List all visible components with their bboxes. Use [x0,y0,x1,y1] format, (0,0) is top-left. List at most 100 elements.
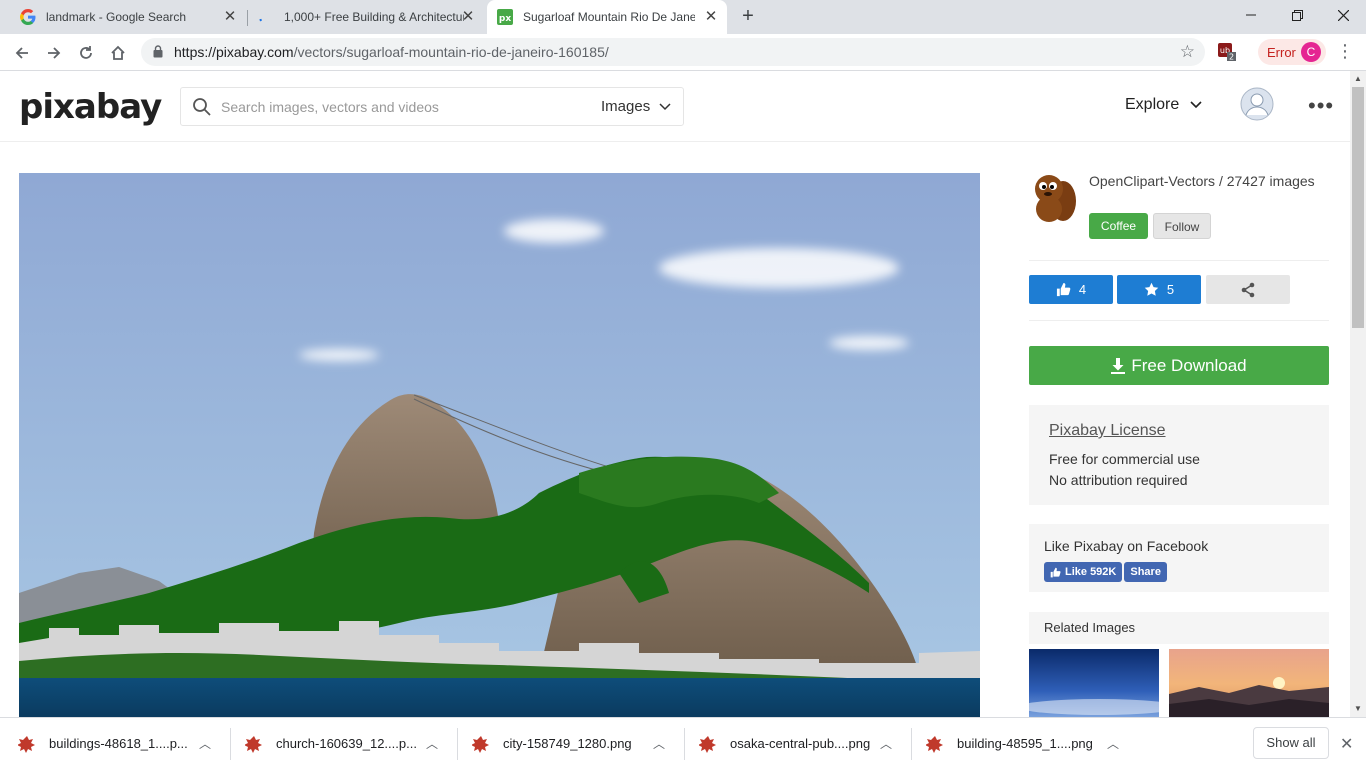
new-tab-button[interactable]: + [738,6,758,27]
facebook-box: Like Pixabay on Facebook Like 592K Share [1029,524,1329,592]
site-header: pixabay Images Explore ••• [0,71,1350,142]
tab-sugarloaf-active[interactable]: px Sugarloaf Mountain Rio De Janeiro ✕ [487,0,727,34]
download-filename: church-160639_12....p... [276,736,417,751]
related-image-thumbnail[interactable] [1029,649,1159,717]
divider [1029,260,1329,261]
coffee-button[interactable]: Coffee [1089,213,1148,239]
facebook-like-button[interactable]: Like 592K [1044,562,1123,582]
scroll-down-icon[interactable]: ▼ [1350,701,1366,717]
star-icon [1144,282,1159,296]
related-image-sunset [1169,649,1329,717]
main-image[interactable] [19,173,980,717]
download-item[interactable]: osaka-central-pub....png ︿ [681,718,908,769]
chevron-up-icon[interactable]: ︿ [880,735,896,752]
thumbs-up-icon [1056,282,1071,297]
facebook-like-label: Like 592K [1065,566,1117,578]
image-file-icon [699,735,716,753]
author-name-link[interactable]: OpenClipart-Vectors / 27427 images [1089,173,1329,190]
search-type-select[interactable]: Images [601,98,671,115]
scroll-up-icon[interactable]: ▲ [1350,71,1366,87]
image-file-icon [245,735,262,753]
download-shelf: buildings-48618_1....p... ︿ church-16063… [0,717,1366,768]
tab-google-search[interactable]: landmark - Google Search ✕ [20,0,246,34]
restore-icon[interactable] [1274,0,1320,30]
tab-building-architecture[interactable]: 1,000+ Free Building & Architecture ✕ [258,0,484,34]
bookmark-star-icon[interactable]: ☆ [1180,42,1195,62]
forward-icon[interactable] [42,41,66,65]
search-box: Images [180,87,684,126]
chevron-down-icon [1190,101,1202,109]
download-item[interactable]: building-48595_1....png ︿ [908,718,1135,769]
author-avatar[interactable] [1029,171,1077,223]
address-toolbar: https://pixabay.com/vectors/sugarloaf-mo… [0,34,1366,71]
image-file-icon [18,735,35,753]
close-tab-icon[interactable]: ✕ [460,9,476,25]
minimize-icon[interactable] [1228,0,1274,30]
url-host: https://pixabay.com [174,44,294,60]
chevron-up-icon[interactable]: ︿ [199,735,215,752]
chrome-menu-icon[interactable]: ⋮ [1336,42,1354,63]
extension-icon[interactable]: ub 2 [1218,43,1236,62]
close-shelf-icon[interactable]: ✕ [1340,734,1353,754]
profile-avatar: C [1301,42,1321,62]
explore-menu[interactable]: Explore [1125,96,1202,114]
search-icon[interactable] [192,97,212,117]
svg-text:px: px [499,14,511,24]
favorite-count: 5 [1166,282,1175,297]
favorite-button[interactable]: 5 [1117,275,1201,304]
tab-title: landmark - Google Search [46,10,187,24]
search-input[interactable] [221,96,581,118]
download-filename: buildings-48618_1....p... [49,736,188,751]
tab-title: Sugarloaf Mountain Rio De Janeiro [523,10,695,24]
more-options-icon[interactable]: ••• [1308,93,1334,119]
chevron-up-icon[interactable]: ︿ [1107,735,1123,752]
profile-error-button[interactable]: Error C [1258,39,1326,65]
thumbs-up-icon [1050,567,1061,577]
download-label: Free Download [1131,355,1247,375]
download-filename: osaka-central-pub....png [730,736,871,751]
close-tab-icon[interactable]: ✕ [222,9,238,25]
like-count: 4 [1078,282,1087,297]
reload-icon[interactable] [74,41,98,65]
download-item[interactable]: buildings-48618_1....p... ︿ [0,718,227,769]
chevron-up-icon[interactable]: ︿ [653,735,669,752]
page-scrollbar[interactable]: ▲ ▼ [1350,71,1366,717]
loading-icon [258,9,274,25]
license-line: No attribution required [1049,472,1188,488]
facebook-title: Like Pixabay on Facebook [1044,538,1209,554]
download-item[interactable]: church-160639_12....p... ︿ [227,718,454,769]
tab-title: 1,000+ Free Building & Architecture [284,10,464,24]
pixabay-logo[interactable]: pixabay [19,87,162,127]
related-image-thumbnail[interactable] [1169,649,1329,717]
share-icon [1241,282,1255,297]
back-icon[interactable] [10,41,34,65]
user-avatar-icon[interactable] [1240,87,1274,121]
sugarloaf-illustration [19,173,980,717]
chevron-down-icon [659,103,671,111]
free-download-button[interactable]: Free Download [1029,346,1329,385]
google-icon [20,9,36,25]
search-type-label: Images [601,98,651,115]
chevron-up-icon[interactable]: ︿ [426,735,442,752]
error-label: Error [1267,44,1296,60]
facebook-share-button[interactable]: Share [1124,562,1167,582]
download-filename: city-158749_1280.png [503,736,632,751]
divider [1029,320,1329,321]
close-tab-icon[interactable]: ✕ [703,9,719,25]
address-bar[interactable]: https://pixabay.com/vectors/sugarloaf-mo… [141,38,1205,66]
download-icon [1111,357,1126,374]
show-all-downloads-button[interactable]: Show all [1253,727,1329,759]
download-filename: building-48595_1....png [957,736,1093,751]
close-window-icon[interactable] [1320,0,1366,30]
download-item[interactable]: city-158749_1280.png ︿ [454,718,681,769]
follow-button[interactable]: Follow [1153,213,1211,239]
url-path: /vectors/sugarloaf-mountain-rio-de-janei… [293,44,609,60]
explore-label: Explore [1125,96,1180,113]
scrollbar-thumb[interactable] [1352,87,1364,328]
share-button[interactable] [1206,275,1290,304]
like-button[interactable]: 4 [1029,275,1113,304]
home-icon[interactable] [106,41,130,65]
tab-divider [247,10,248,26]
image-file-icon [926,735,943,753]
license-link[interactable]: Pixabay License [1049,422,1309,440]
